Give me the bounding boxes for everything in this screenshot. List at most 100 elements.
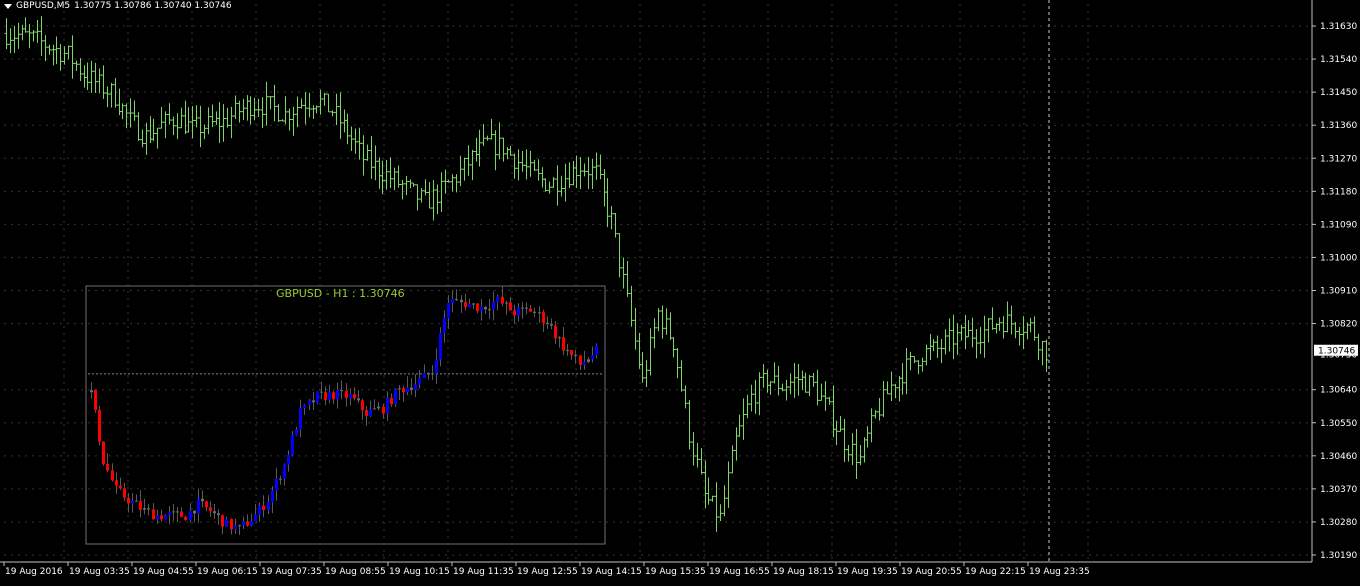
inset-candle (320, 391, 323, 393)
inset-candle (234, 525, 237, 530)
inset-candle (152, 509, 155, 520)
time-tick-label: 19 Aug 10:15 (389, 567, 450, 577)
inset-candle (386, 398, 389, 414)
inset-candle (230, 519, 233, 530)
h1-inset-chart: GBPUSD - H1 : 1.30746 (85, 285, 606, 545)
inset-candle (123, 488, 126, 498)
time-axis: 19 Aug 2016 19 Aug 03:35 19 Aug 04:55 19 Au… (3, 562, 1090, 577)
price-tick-label: 1.31180 (1320, 187, 1357, 197)
price-tick-label: 1.30820 (1320, 320, 1357, 330)
m5-bars (4, 16, 1049, 532)
inset-candle (98, 409, 101, 442)
inset-candle (439, 333, 442, 360)
inset-candle (570, 349, 573, 355)
inset-candle (427, 372, 430, 375)
time-tick-label: 19 Aug 07:35 (261, 567, 322, 577)
price-chart[interactable]: GBPUSD - H1 : 1.30746 1.316301.315401.31… (0, 0, 1360, 582)
inset-candle (250, 521, 253, 526)
time-tick-label: 19 Aug 04:55 (133, 567, 194, 577)
inset-candle (406, 387, 409, 393)
dropdown-triangle-icon[interactable] (4, 3, 12, 9)
inset-candle (583, 361, 586, 365)
chart-window[interactable]: GBPUSD - H1 : 1.30746 1.31630 1.31540 1.31… (0, 0, 1360, 582)
inset-candle (484, 306, 487, 310)
inset-candle (193, 510, 196, 514)
inset-candle (566, 349, 569, 351)
inset-candle (139, 501, 142, 510)
inset-candle (168, 512, 171, 516)
price-tick-label: 1.31270 (1320, 154, 1357, 164)
inset-candle (291, 435, 294, 456)
inset-candle (468, 303, 471, 308)
inset-candle (423, 372, 426, 378)
inset-candle (254, 514, 257, 522)
inset-candle (262, 505, 265, 511)
inset-candle (402, 388, 405, 393)
price-tick-label: 1.31000 (1320, 253, 1357, 263)
grid (0, 0, 1313, 563)
inset-candle (238, 525, 241, 527)
inset-candle (295, 429, 298, 436)
inset-candle (172, 511, 175, 513)
symbol-header[interactable]: GBPUSD,M5 1.30775 1.30786 1.30740 1.3074… (4, 1, 232, 11)
inset-candle (299, 407, 302, 430)
price-tick-label: 1.30370 (1320, 485, 1357, 495)
inset-candle (131, 500, 134, 504)
inset-candle (303, 404, 306, 408)
inset-candle (369, 409, 372, 416)
inset-candle (587, 359, 590, 362)
inset-frame (85, 285, 606, 545)
time-tick-label: 19 Aug 22:15 (965, 567, 1026, 577)
inset-candle (111, 470, 114, 481)
inset-candle (558, 337, 561, 339)
inset-candle (595, 345, 598, 356)
time-tick-label: 19 Aug 19:35 (837, 567, 898, 577)
inset-candle (209, 507, 212, 512)
time-tick-label: 19 Aug 06:15 (197, 567, 258, 577)
inset-candle (377, 406, 380, 409)
inset-candle (213, 511, 216, 514)
time-tick-label: 19 Aug 2016 (5, 567, 63, 577)
inset-candle (435, 359, 438, 374)
inset-candle (562, 337, 565, 351)
inset-candle (258, 505, 261, 515)
inset-candle (476, 303, 479, 312)
inset-candle (574, 354, 577, 356)
inset-candle (542, 312, 545, 323)
time-tick-label: 19 Aug 15:35 (645, 567, 706, 577)
inset-candle (312, 400, 315, 403)
inset-candle (521, 307, 524, 309)
price-tick-label: 1.31540 (1320, 55, 1357, 65)
inset-candle (538, 312, 541, 314)
time-tick-label: 19 Aug 23:35 (1029, 567, 1090, 577)
inset-candle (164, 515, 167, 520)
inset-candle (353, 394, 356, 399)
ohlc-values: 1.30775 1.30786 1.30740 1.30746 (74, 1, 232, 11)
inset-candle (246, 521, 249, 526)
time-tick-label: 19 Aug 08:55 (325, 567, 386, 577)
inset-candle (205, 501, 208, 508)
inset-candle (550, 324, 553, 326)
inset-candle (279, 478, 282, 480)
time-tick-label: 19 Aug 18:15 (773, 567, 834, 577)
inset-candle (373, 408, 376, 410)
inset-candle (156, 515, 159, 520)
price-tick-label: 1.30460 (1320, 452, 1357, 462)
inset-candle (316, 391, 319, 403)
inset-candle (533, 311, 536, 313)
inset-candle (345, 390, 348, 399)
inset-candle (414, 384, 417, 390)
inset-candle (180, 511, 183, 517)
inset-candle (119, 485, 122, 489)
inset-candle (328, 392, 331, 401)
inset-candle (135, 500, 138, 502)
inset-candle (147, 508, 150, 510)
inset-candle (554, 325, 557, 339)
inset-candle (394, 389, 397, 405)
inset-candle (271, 490, 274, 503)
inset-candle (184, 516, 187, 521)
inset-candle (127, 497, 130, 504)
price-axis: 1.31630 1.31540 1.31450 1.31360 1.31270 1.311… (1312, 22, 1358, 561)
inset-candle (447, 302, 450, 319)
inset-candle (505, 302, 508, 304)
